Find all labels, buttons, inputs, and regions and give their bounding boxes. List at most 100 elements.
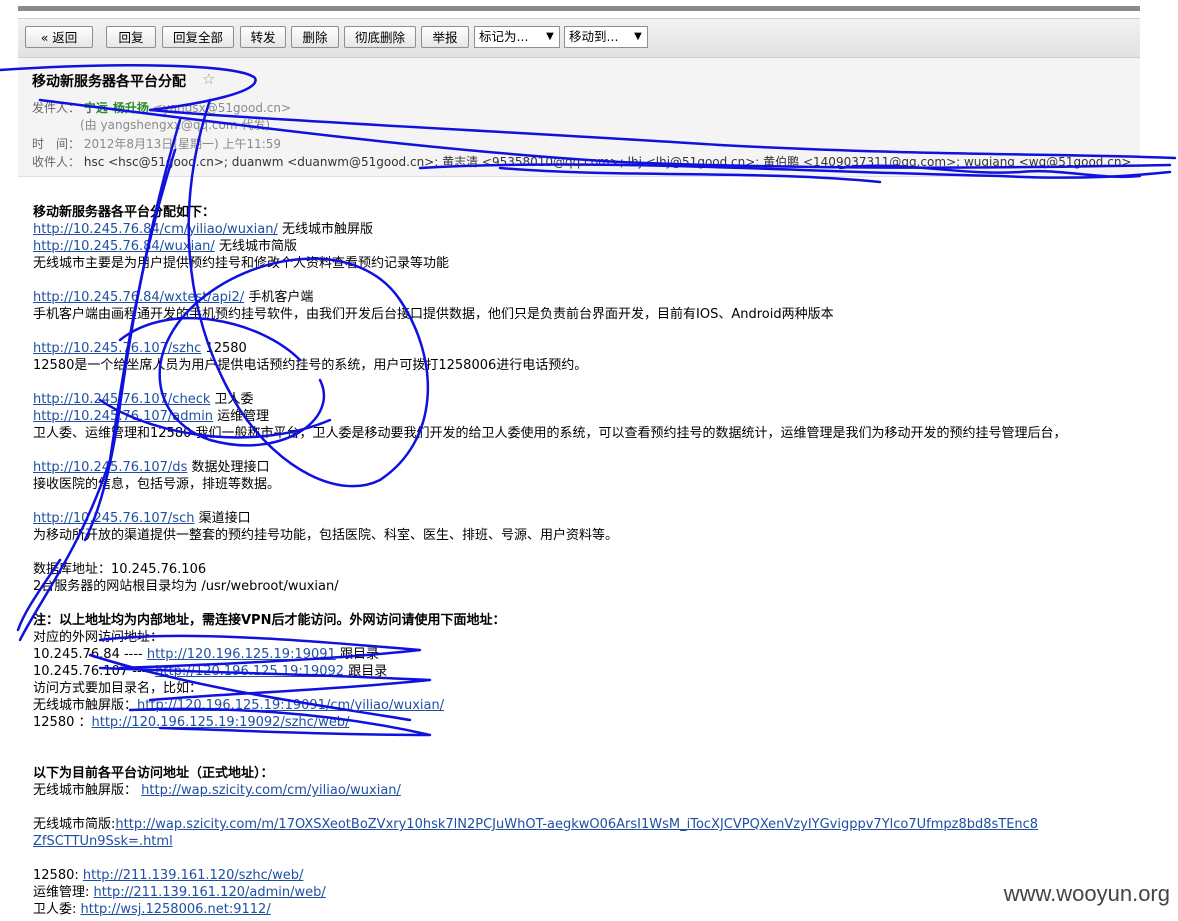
body-link[interactable]: http://120.196.125.19:19092/szhc/web/: [92, 715, 350, 730]
chevron-down-icon: ▼: [546, 31, 554, 42]
body-line: 无线城市简版:http://wap.szicity.com/m/17OXSXeo…: [33, 816, 1038, 833]
body-text: 无线城市触屏版：: [33, 783, 142, 798]
body-text: 12580 ：: [33, 715, 92, 730]
body-line: http://10.245.76.107/sch 渠道接口: [33, 510, 251, 527]
body-text: 无线城市简版:: [33, 817, 116, 832]
body-text: 卫人委:: [33, 902, 81, 917]
body-line: 无线城市主要是为用户提供预约挂号和修改个人资料查看预约记录等功能: [33, 256, 450, 271]
reply-all-button[interactable]: 回复全部: [162, 26, 234, 48]
body-line: 无线城市触屏版：http://120.196.125.19:19091/cm/y…: [33, 697, 444, 714]
watermark: www.wooyun.org: [1003, 881, 1170, 906]
body-line: 访问方式要加目录名，比如：: [33, 681, 203, 696]
body-text: 跟目录: [344, 664, 388, 679]
body-line: 为移动所开放的渠道提供一整套的预约挂号功能，包括医院、科室、医生、排班、号源、用…: [33, 528, 619, 543]
time-value: 2012年8月13日(星期一) 上午11:59: [83, 137, 282, 151]
body-line: http://10.245.76.84/wuxian/ 无线城市简版: [33, 238, 297, 255]
body-text: 卫人委: [210, 392, 254, 407]
body-line: 12580: http://211.139.161.120/szhc/web/: [33, 867, 303, 884]
body-text: 10.245.76.107 ----: [33, 664, 156, 679]
delete-button[interactable]: 删除: [291, 26, 339, 48]
reply-button[interactable]: 回复: [106, 26, 156, 48]
mail-reader: « 返回 回复 回复全部 转发 删除 彻底删除 举报 标记为... ▼ 移动到.…: [18, 6, 1140, 921]
sender-email: <yangsx@51good.cn>: [152, 101, 292, 115]
body-link[interactable]: http://211.139.161.120/admin/web/: [94, 885, 326, 900]
to-row: 收件人： hsc <hsc@51good.cn>; duanwm <duanwm…: [32, 153, 1131, 170]
from-row: 发件人： 宁远-杨升扬 <yangsx@51good.cn>: [32, 99, 291, 116]
body-line: http://10.245.76.107/check 卫人委: [33, 391, 254, 408]
body-line: 12580 ：http://120.196.125.19:19092/szhc/…: [33, 714, 349, 731]
move-to-value: 移动到...: [569, 29, 619, 44]
body-link[interactable]: http://10.245.76.84/wxtest/api2/: [33, 290, 244, 305]
body-heading-2: 以下为目前各平台访问地址（正式地址）：: [33, 766, 274, 781]
body-line: 2台服务器的网站根目录均为 /usr/webroot/wuxian/: [33, 579, 339, 594]
body-line: 12580是一个给坐席人员为用户提供电话预约挂号的系统，用户可拨打1258006…: [33, 358, 588, 373]
to-label: 收件人：: [32, 155, 81, 169]
mail-header: 移动新服务器各平台分配 ☆ 发件人： 宁远-杨升扬 <yangsx@51good…: [18, 58, 1140, 177]
on-behalf-row: (由 yangshengxx@qq.com 代发): [80, 116, 270, 133]
body-text: 10.245.76.84 ----: [33, 647, 147, 662]
body-link[interactable]: http://120.196.125.19:19091/cm/yiliao/wu…: [137, 698, 444, 713]
body-note: 注：以上地址均为内部地址，需连接VPN后才能访问。外网访问请使用下面地址：: [33, 613, 506, 628]
body-text: 跟目录: [335, 647, 379, 662]
body-line: 数据库地址：10.245.76.106: [33, 562, 207, 577]
to-value: hsc <hsc@51good.cn>; duanwm <duanwm@51go…: [83, 155, 1132, 169]
body-line: 对应的外网访问地址：: [33, 630, 164, 645]
body-text: 运维管理: [213, 409, 270, 424]
body-link[interactable]: http://10.245.76.107/ds: [33, 460, 187, 475]
body-line: 10.245.76.84 ---- http://120.196.125.19:…: [33, 646, 379, 663]
body-text: 无线城市触屏版: [277, 222, 373, 237]
move-to-select[interactable]: 移动到... ▼: [564, 26, 648, 48]
body-line: 运维管理: http://211.139.161.120/admin/web/: [33, 884, 326, 901]
body-line: http://10.245.76.107/ds 数据处理接口: [33, 459, 269, 476]
body-link[interactable]: http://10.245.76.107/check: [33, 392, 210, 407]
report-button[interactable]: 举报: [421, 26, 469, 48]
body-link[interactable]: http://10.245.76.107/szhc: [33, 341, 201, 356]
delete-forever-button[interactable]: 彻底删除: [344, 26, 416, 48]
time-label: 时 间：: [32, 137, 81, 151]
on-behalf-text: (由 yangshengxx@qq.com 代发): [80, 118, 271, 132]
body-line: 卫人委、运维管理和12580 我们一般称市平台，卫人委是移动要我们开发的给卫人委…: [33, 426, 1067, 441]
body-text: 12580: [201, 341, 247, 356]
body-link[interactable]: http://wap.szicity.com/cm/yiliao/wuxian/: [141, 783, 401, 798]
body-link[interactable]: http://10.245.76.84/cm/yiliao/wuxian/: [33, 222, 278, 237]
mail-toolbar: « 返回 回复 回复全部 转发 删除 彻底删除 举报 标记为... ▼ 移动到.…: [18, 18, 1140, 58]
chevron-down-icon: ▼: [634, 31, 642, 42]
body-text: 无线城市触屏版：: [33, 698, 138, 713]
body-line: 接收医院的信息，包括号源，排班等数据。: [33, 477, 281, 492]
body-line: ZfSCTTUn9Ssk=.html: [33, 833, 173, 850]
body-line: 手机客户端由画程通开发的手机预约挂号软件，由我们开发后台接口提供数据，他们只是负…: [33, 307, 834, 322]
body-line: http://10.245.76.107/admin 运维管理: [33, 408, 269, 425]
body-link[interactable]: http://10.245.76.107/sch: [33, 511, 194, 526]
mark-as-value: 标记为...: [479, 29, 529, 44]
body-link[interactable]: http://wsj.1258006.net:9112/: [81, 902, 271, 917]
mail-subject: 移动新服务器各平台分配: [32, 74, 186, 90]
star-icon[interactable]: ☆: [202, 70, 215, 88]
body-line: 10.245.76.107 ---- http://120.196.125.19…: [33, 663, 387, 680]
body-link[interactable]: http://211.139.161.120/szhc/web/: [83, 868, 303, 883]
mark-as-select[interactable]: 标记为... ▼: [474, 26, 560, 48]
body-heading: 移动新服务器各平台分配如下：: [33, 205, 216, 220]
body-link[interactable]: http://120.196.125.19:19091: [147, 647, 336, 662]
body-text: 运维管理:: [33, 885, 94, 900]
body-line: 卫人委: http://wsj.1258006.net:9112/: [33, 901, 271, 918]
back-button[interactable]: « 返回: [25, 26, 93, 48]
body-link[interactable]: http://120.196.125.19:19092: [155, 664, 344, 679]
body-text: 数据处理接口: [187, 460, 270, 475]
body-line: http://10.245.76.107/szhc 12580: [33, 340, 247, 357]
body-link[interactable]: ZfSCTTUn9Ssk=.html: [33, 834, 173, 849]
time-row: 时 间： 2012年8月13日(星期一) 上午11:59: [32, 135, 281, 152]
body-link[interactable]: http://wap.szicity.com/m/17OXSXeotBoZVxr…: [115, 817, 1038, 832]
body-line: http://10.245.76.84/cm/yiliao/wuxian/ 无线…: [33, 221, 373, 238]
body-link[interactable]: http://10.245.76.107/admin: [33, 409, 213, 424]
forward-button[interactable]: 转发: [240, 26, 286, 48]
body-text: 渠道接口: [194, 511, 251, 526]
body-link[interactable]: http://10.245.76.84/wuxian/: [33, 239, 215, 254]
body-text: 手机客户端: [244, 290, 314, 305]
body-line: 无线城市触屏版： http://wap.szicity.com/cm/yilia…: [33, 782, 401, 799]
body-text: 无线城市简版: [214, 239, 297, 254]
top-bar: [18, 6, 1140, 11]
from-label: 发件人：: [32, 101, 81, 115]
body-text: 12580:: [33, 868, 83, 883]
sender-name[interactable]: 宁远-杨升扬: [84, 101, 149, 115]
body-line: http://10.245.76.84/wxtest/api2/ 手机客户端: [33, 289, 313, 306]
